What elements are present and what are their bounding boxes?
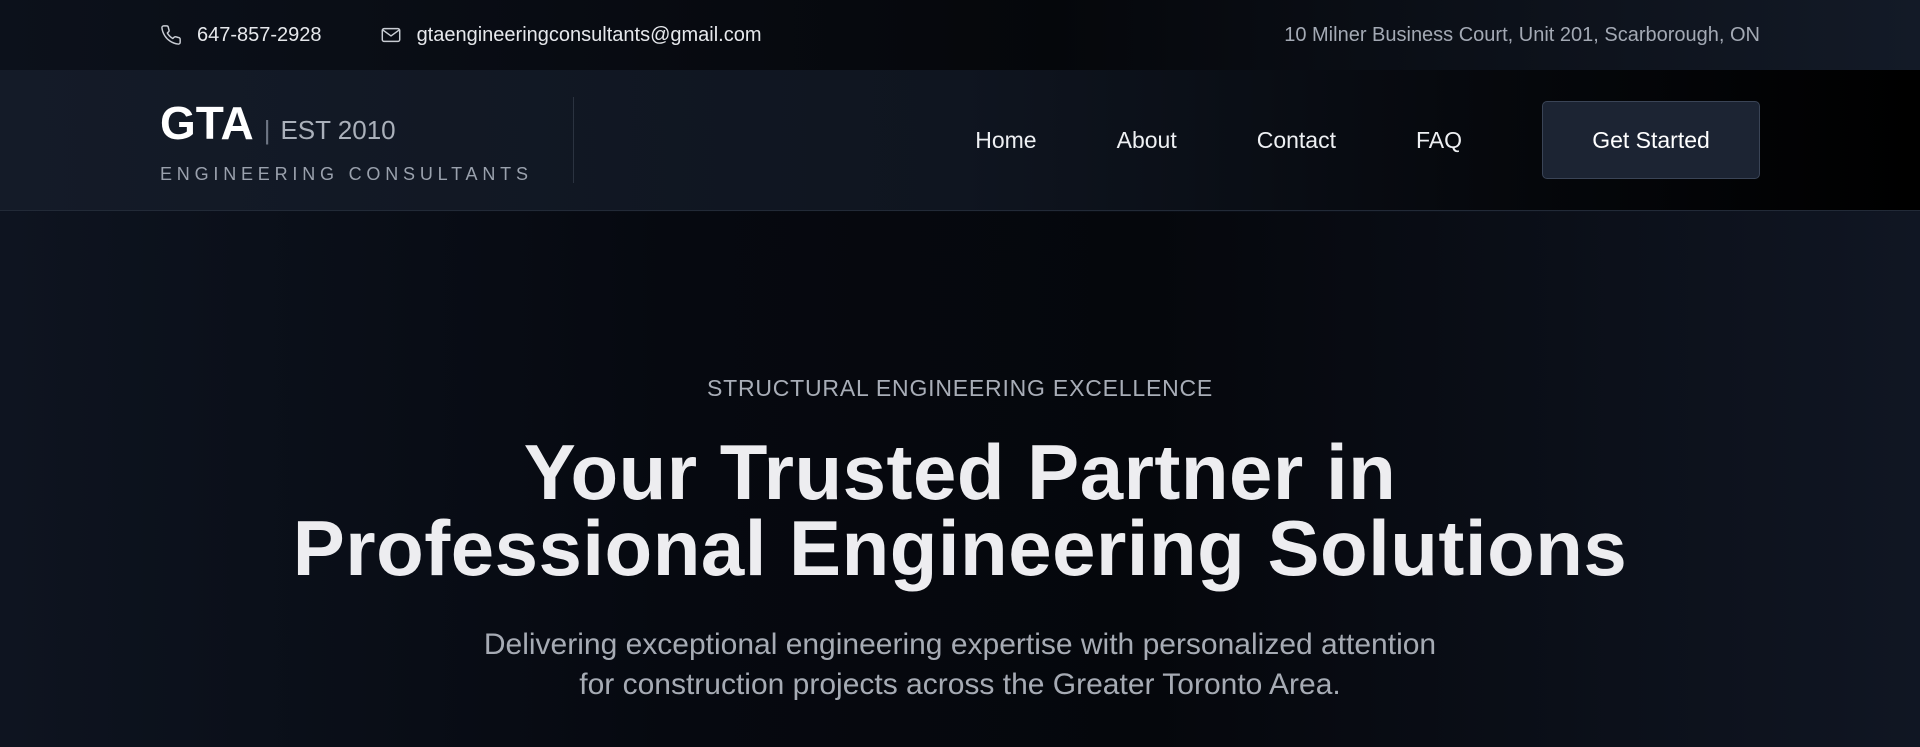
get-started-button[interactable]: Get Started [1542, 101, 1760, 179]
logo-name: GTA [160, 96, 254, 149]
hero-subtext-line-1: Delivering exceptional engineering exper… [483, 628, 1437, 661]
hero-headline-line-2: Professional Engineering Solutions [292, 504, 1628, 592]
nav-link-about[interactable]: About [1117, 127, 1177, 154]
hero-headline: Your Trusted Partner in Professional Eng… [0, 428, 1920, 592]
nav-link-faq[interactable]: FAQ [1416, 127, 1462, 154]
page: 647-857-2928 gtaengineeringconsultants@g… [0, 0, 1920, 747]
logo-tagline: ENGINEERING CONSULTANTS [160, 163, 533, 184]
office-address: 10 Milner Business Court, Unit 201, Scar… [1284, 23, 1760, 46]
hero-subtext: Delivering exceptional engineering exper… [0, 625, 1920, 705]
logo-separator: | [263, 114, 271, 145]
email-address: gtaengineeringconsultants@gmail.com [416, 23, 762, 46]
hero-eyebrow: STRUCTURAL ENGINEERING EXCELLENCE [706, 375, 1214, 401]
logo[interactable]: GTA | EST 2010 ENGINEERING CONSULTANTS [160, 96, 574, 184]
phone-number: 647-857-2928 [197, 23, 322, 46]
hero-section: STRUCTURAL ENGINEERING EXCELLENCE Your T… [0, 212, 1920, 747]
phone-contact[interactable]: 647-857-2928 [160, 24, 322, 47]
site-header: GTA | EST 2010 ENGINEERING CONSULTANTS H… [0, 70, 1920, 211]
phone-icon [160, 24, 182, 46]
nav-link-home[interactable]: Home [975, 127, 1036, 154]
hero-subtext-line-2: for construction projects across the Gre… [579, 668, 1341, 701]
logo-top-row: GTA | EST 2010 [160, 96, 533, 150]
logo-established: EST 2010 [280, 114, 396, 145]
main-nav: Home About Contact FAQ [975, 127, 1462, 154]
hero-headline-line-1: Your Trusted Partner in [523, 428, 1397, 516]
nav-link-contact[interactable]: Contact [1257, 127, 1336, 154]
email-contact[interactable]: gtaengineeringconsultants@gmail.com [380, 24, 762, 47]
top-contact-bar: 647-857-2928 gtaengineeringconsultants@g… [0, 0, 1920, 70]
mail-icon [380, 24, 402, 46]
